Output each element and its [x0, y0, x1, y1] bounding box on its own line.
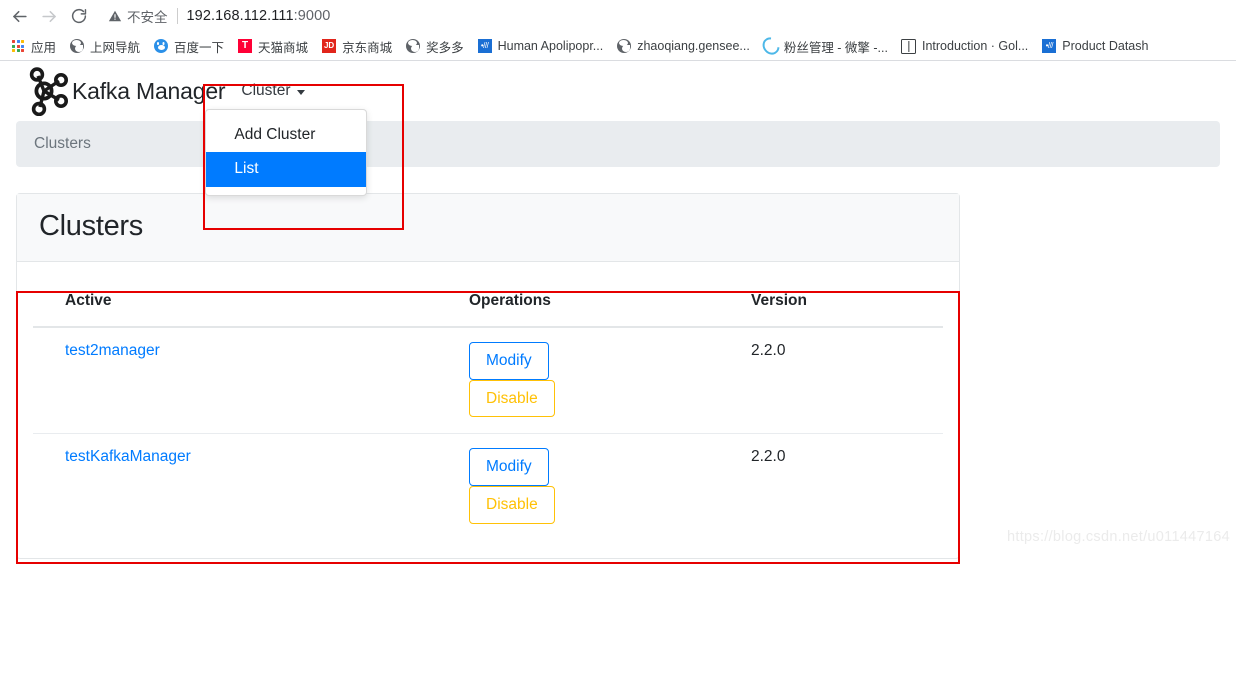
bookmark-introduction-golang[interactable]: Introduction · Gol... [897, 36, 1034, 56]
bookmark-wangzhi-daohang[interactable]: 上网导航 [65, 35, 146, 58]
table-row: testKafkaManager Modify Disable 2.2.0 [33, 434, 943, 540]
breadcrumb-item-clusters: Clusters [34, 135, 91, 152]
column-header-active: Active [33, 276, 469, 328]
tmall-icon: T [237, 38, 253, 54]
menu-item-add-cluster[interactable]: Add Cluster [206, 118, 366, 152]
bookmark-jiangduoduo[interactable]: 奖多多 [401, 35, 470, 58]
caret-down-icon [296, 89, 305, 95]
bookmark-jd[interactable]: JD 京东商城 [317, 35, 398, 58]
cell-cluster-name: testKafkaManager [33, 434, 469, 540]
back-button[interactable] [4, 1, 34, 31]
bookmark-tmall[interactable]: T 天猫商城 [233, 35, 314, 58]
book-icon [901, 38, 917, 54]
menu-item-list[interactable]: List [206, 152, 367, 187]
blue-square-icon: •/// [1041, 38, 1057, 54]
bookmark-baidu[interactable]: 百度一下 [149, 35, 230, 58]
bookmark-label: Human Apolipopr... [497, 39, 604, 53]
apps-grid-icon [10, 38, 26, 54]
browser-toolbar: 不安全 192.168.112.111:9000 [0, 0, 1236, 32]
page-title: Clusters [39, 210, 143, 242]
page-content: Kafka Manager Cluster Add Cluster List C… [0, 61, 1236, 564]
reload-icon [71, 8, 87, 24]
column-header-version: Version [751, 276, 943, 328]
bookmark-label: 粉丝管理 - 微擎 -... [783, 40, 888, 55]
disable-button[interactable]: Disable [469, 379, 555, 418]
bookmark-label: 京东商城 [342, 40, 393, 55]
modify-button[interactable]: Modify [469, 448, 549, 487]
bookmark-label: Product Datash [1062, 39, 1149, 53]
version-value: 2.2.0 [751, 448, 786, 466]
blue-square-glyph: •/// [477, 39, 492, 53]
version-value: 2.2.0 [751, 342, 786, 359]
jd-glyph: JD [322, 39, 337, 53]
clusters-table-body: test2manager Modify Disable 2.2.0 testKa… [33, 327, 943, 540]
globe-icon [405, 38, 421, 54]
url-text: 192.168.112.111:9000 [187, 8, 331, 24]
cluster-menu: Cluster Add Cluster List [205, 76, 368, 196]
url-host: 192.168.112.111 [186, 8, 294, 24]
security-indicator[interactable]: 不安全 [108, 6, 168, 26]
arrow-left-icon [12, 10, 27, 22]
omnibox-divider [176, 8, 178, 24]
bookmark-label: zhaoqiang.gensee... [637, 39, 750, 53]
cell-version: 2.2.0 [751, 434, 943, 540]
reload-button[interactable] [64, 1, 94, 31]
app-navbar: Kafka Manager Cluster Add Cluster List [0, 61, 1236, 196]
blue-square-glyph: •/// [1042, 39, 1057, 53]
column-header-operations: Operations [469, 276, 751, 328]
cluster-link-testkafkamanager[interactable]: testKafkaManager [65, 448, 191, 465]
clusters-card-header: Clusters [17, 194, 959, 262]
clusters-card: Clusters Active Operations Version test2… [16, 193, 960, 559]
bookmark-label: 天猫商城 [258, 40, 309, 55]
bookmark-label: Introduction · Gol... [921, 39, 1029, 53]
jd-icon: JD [321, 38, 337, 54]
clusters-card-body: Active Operations Version test2manager M… [17, 262, 959, 558]
disable-button[interactable]: Disable [469, 486, 555, 524]
blue-square-icon: •/// [477, 38, 493, 54]
brand-link[interactable]: Kafka Manager [26, 66, 226, 116]
bookmark-fensi-guanli[interactable]: 粉丝管理 - 微擎 -... [758, 33, 894, 59]
bookmark-label: 上网导航 [90, 40, 141, 55]
bookmark-label: 百度一下 [174, 40, 225, 55]
brand-title: Kafka Manager [72, 77, 226, 104]
clusters-table-head: Active Operations Version [33, 276, 943, 328]
cell-cluster-name: test2manager [33, 327, 469, 435]
watermark: https://blog.csdn.net/u011447164 [1007, 528, 1230, 545]
forward-button[interactable] [34, 1, 64, 31]
bookmark-label: 应用 [31, 40, 57, 55]
cluster-dropdown-label: Cluster [241, 82, 291, 99]
bookmark-product-datasheet[interactable]: •/// Product Datash [1037, 36, 1154, 56]
clusters-table: Active Operations Version test2manager M… [33, 276, 943, 540]
cluster-dropdown-toggle[interactable]: Cluster [237, 76, 308, 106]
browser-chrome: 不安全 192.168.112.111:9000 应用 上网导航 百度一下 T … [0, 0, 1236, 61]
table-header-row: Active Operations Version [33, 276, 943, 328]
security-label: 不安全 [127, 10, 168, 25]
bookmark-apps[interactable]: 应用 [6, 35, 62, 58]
cluster-dropdown-menu: Add Cluster List [205, 109, 368, 196]
cell-operations: Modify Disable [469, 434, 751, 540]
cluster-link-test2manager[interactable]: test2manager [65, 342, 160, 359]
address-bar[interactable]: 不安全 192.168.112.111:9000 [100, 4, 1226, 28]
baidu-paw-icon [153, 38, 169, 54]
bookmarks-bar: 应用 上网导航 百度一下 T 天猫商城 JD 京东商城 奖多多 •/// Hum… [0, 32, 1236, 61]
bookmark-label: 奖多多 [426, 40, 464, 55]
breadcrumb: Clusters [16, 121, 1220, 167]
cell-version: 2.2.0 [751, 327, 943, 435]
globe-icon [69, 38, 85, 54]
warning-triangle-icon [108, 10, 122, 22]
arrow-right-icon [41, 10, 56, 22]
kafka-logo-icon [29, 67, 68, 116]
spiral-icon [758, 33, 783, 59]
globe-icon [616, 38, 632, 54]
tmall-glyph: T [238, 39, 253, 53]
bookmark-zhaoqiang-gensee[interactable]: zhaoqiang.gensee... [612, 36, 756, 56]
cell-operations: Modify Disable [469, 327, 751, 435]
modify-button[interactable]: Modify [469, 342, 549, 380]
url-port: :9000 [293, 8, 331, 24]
table-row: test2manager Modify Disable 2.2.0 [33, 327, 943, 435]
bookmark-human-apolipopr[interactable]: •/// Human Apolipopr... [473, 36, 610, 56]
